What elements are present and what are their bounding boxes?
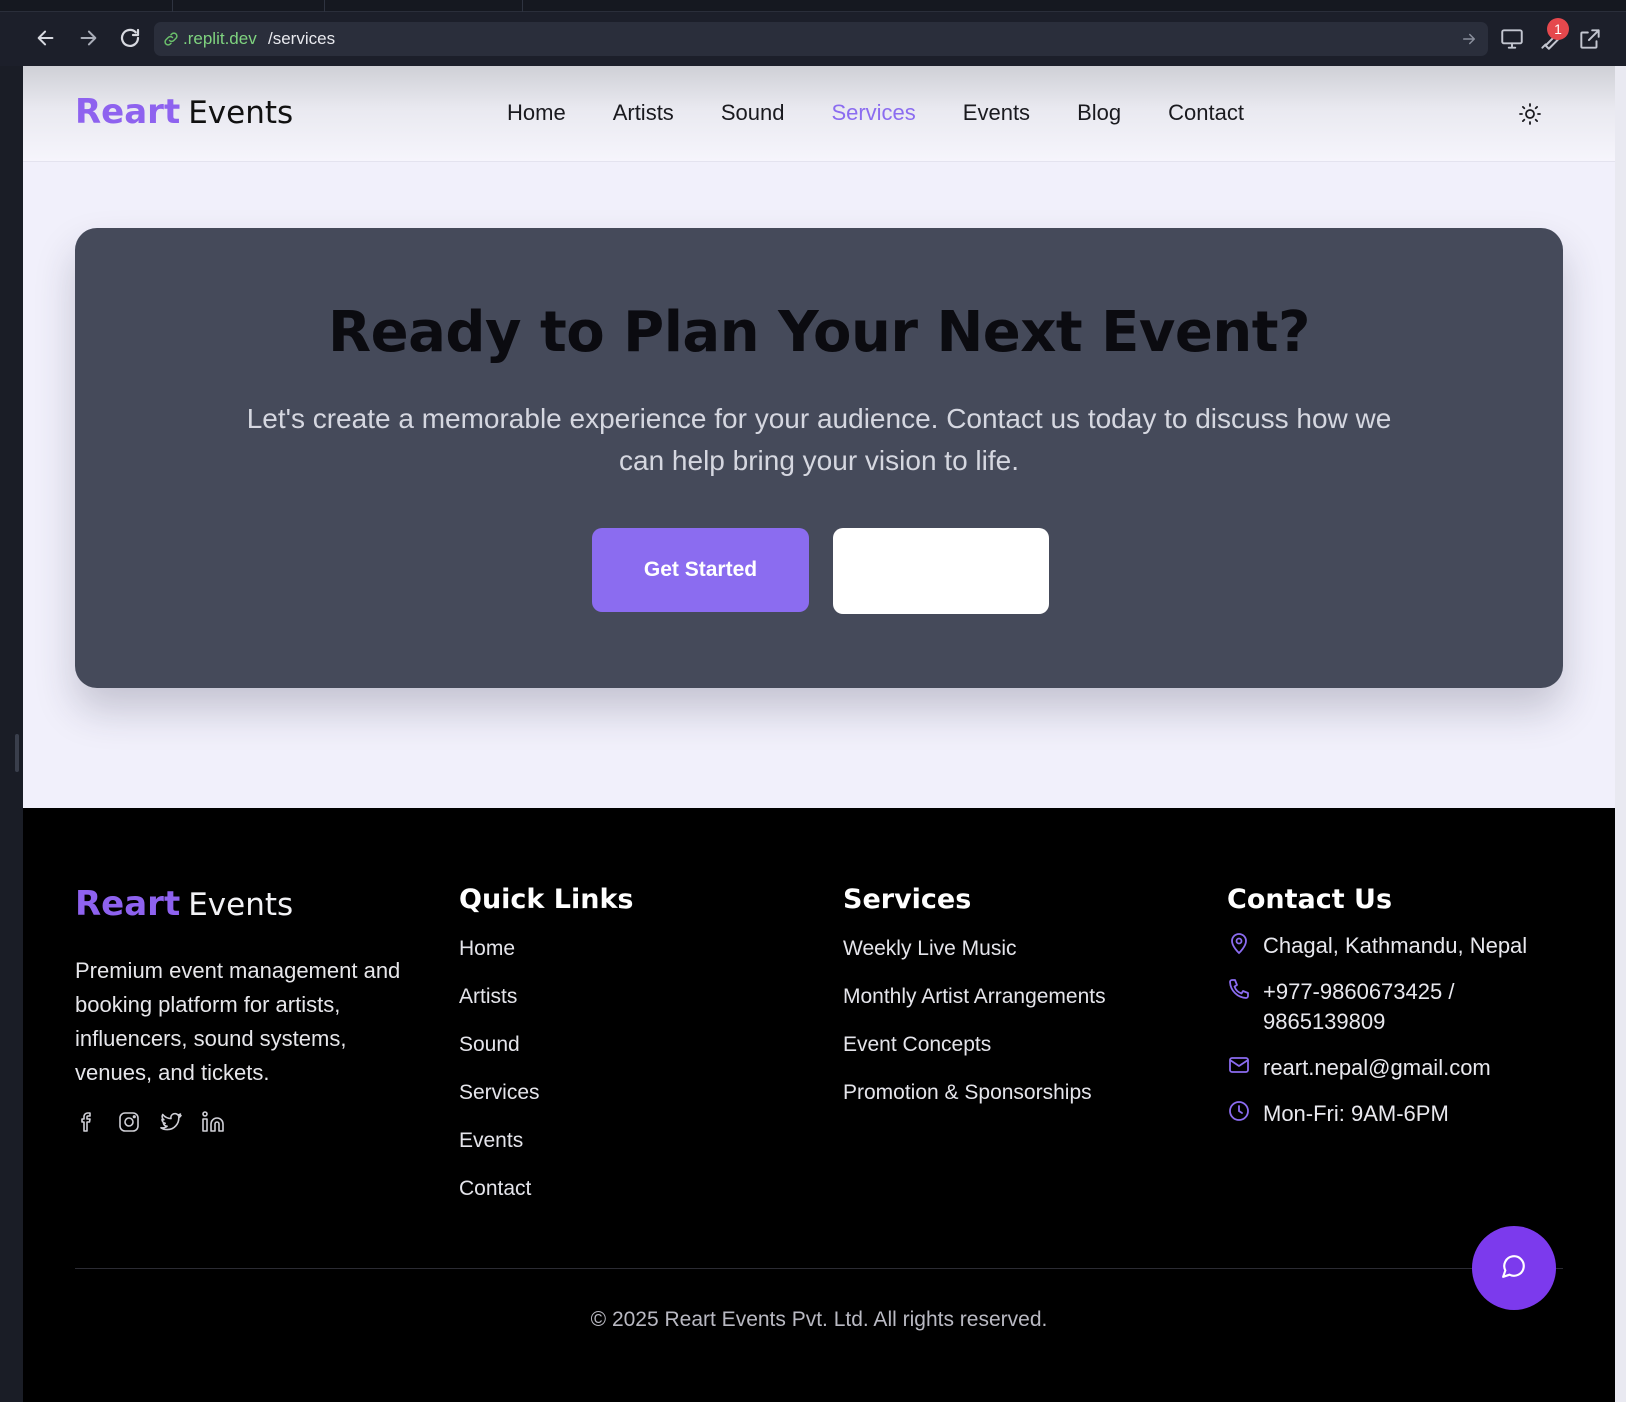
phone-icon — [1227, 977, 1251, 1001]
site-header: Reart Events Home Artists Sound Services … — [23, 66, 1615, 162]
nav-contact[interactable]: Contact — [1168, 100, 1244, 126]
cta-card: Ready to Plan Your Next Event? Let's cre… — [75, 228, 1563, 688]
footer-link-contact[interactable]: Contact — [459, 1177, 634, 1225]
quick-links-column: Quick Links Home Artists Sound Services … — [459, 884, 634, 1225]
facebook-icon[interactable] — [75, 1110, 99, 1134]
monitor-icon[interactable] — [1499, 26, 1525, 52]
map-pin-icon — [1227, 931, 1251, 955]
nav-services[interactable]: Services — [831, 100, 915, 126]
cta-title: Ready to Plan Your Next Event? — [327, 300, 1311, 365]
services-heading: Services — [843, 884, 972, 915]
nav-artists[interactable]: Artists — [613, 100, 674, 126]
external-link-icon[interactable] — [1577, 26, 1603, 52]
site-logo[interactable]: Reart Events — [75, 92, 293, 132]
contact-column: Contact Us Chagal, Kathmandu, Nepal +977… — [1227, 884, 1553, 1145]
address-bar[interactable]: .replit.dev /services — [154, 22, 1488, 56]
go-arrow-icon[interactable] — [1460, 30, 1478, 48]
resize-handle[interactable] — [15, 734, 19, 772]
quick-links-heading: Quick Links — [459, 884, 634, 915]
contact-heading: Contact Us — [1227, 884, 1393, 915]
side-panel-edge — [0, 66, 23, 1402]
site-footer: Reart Events Premium event management and… — [23, 808, 1615, 1402]
contact-email: reart.nepal@gmail.com — [1227, 1053, 1553, 1083]
tab-strip — [0, 0, 1626, 12]
main-nav: Home Artists Sound Services Events Blog … — [507, 100, 1291, 126]
secondary-button[interactable] — [833, 528, 1049, 614]
chat-button[interactable] — [1472, 1226, 1556, 1310]
footer-link-sound[interactable]: Sound — [459, 1033, 634, 1081]
contact-hours: Mon-Fri: 9AM-6PM — [1227, 1099, 1553, 1129]
clock-icon — [1227, 1099, 1251, 1123]
services-column: Services Weekly Live Music Monthly Artis… — [843, 884, 1106, 1129]
footer-logo[interactable]: Reart Events — [75, 884, 293, 924]
footer-link-events[interactable]: Events — [459, 1129, 634, 1177]
link-icon — [162, 30, 180, 48]
chat-bubble-icon — [1501, 1253, 1527, 1283]
footer-link-services[interactable]: Services — [459, 1081, 634, 1129]
get-started-button[interactable]: Get Started — [592, 528, 809, 612]
footer-divider — [75, 1268, 1563, 1269]
nav-blog[interactable]: Blog — [1077, 100, 1121, 126]
nav-sound[interactable]: Sound — [721, 100, 785, 126]
contact-phone: +977-9860673425 / 9865139809 — [1227, 977, 1553, 1037]
service-link-promotion[interactable]: Promotion & Sponsorships — [843, 1081, 1106, 1129]
url-host: .replit.dev — [183, 29, 257, 48]
notification-badge: 1 — [1547, 18, 1569, 40]
mail-icon — [1227, 1053, 1251, 1077]
contact-address: Chagal, Kathmandu, Nepal — [1227, 931, 1553, 961]
footer-link-home[interactable]: Home — [459, 937, 634, 985]
instagram-icon[interactable] — [117, 1110, 141, 1134]
browser-chrome: .replit.dev /services 1 — [0, 0, 1626, 66]
sun-icon[interactable] — [1518, 102, 1542, 126]
url-path: /services — [268, 29, 336, 48]
cta-description: Let's create a memorable experience for … — [246, 403, 1392, 476]
footer-link-artists[interactable]: Artists — [459, 985, 634, 1033]
social-links — [75, 1110, 225, 1134]
service-link-monthly-artist[interactable]: Monthly Artist Arrangements — [843, 985, 1106, 1033]
forward-arrow-icon[interactable] — [74, 24, 102, 52]
nav-home[interactable]: Home — [507, 100, 566, 126]
copyright: © 2025 Reart Events Pvt. Ltd. All rights… — [590, 1308, 1048, 1331]
scrollbar-track[interactable] — [1615, 66, 1626, 1402]
page-viewport: Reart Events Home Artists Sound Services … — [23, 66, 1615, 1402]
service-link-weekly-live-music[interactable]: Weekly Live Music — [843, 937, 1106, 985]
reload-icon[interactable] — [116, 24, 144, 52]
back-arrow-icon[interactable] — [32, 24, 60, 52]
nav-events[interactable]: Events — [963, 100, 1030, 126]
linkedin-icon[interactable] — [201, 1110, 225, 1134]
service-link-event-concepts[interactable]: Event Concepts — [843, 1033, 1106, 1081]
footer-about: Premium event management and booking pla… — [75, 958, 401, 1085]
twitter-icon[interactable] — [159, 1110, 183, 1134]
